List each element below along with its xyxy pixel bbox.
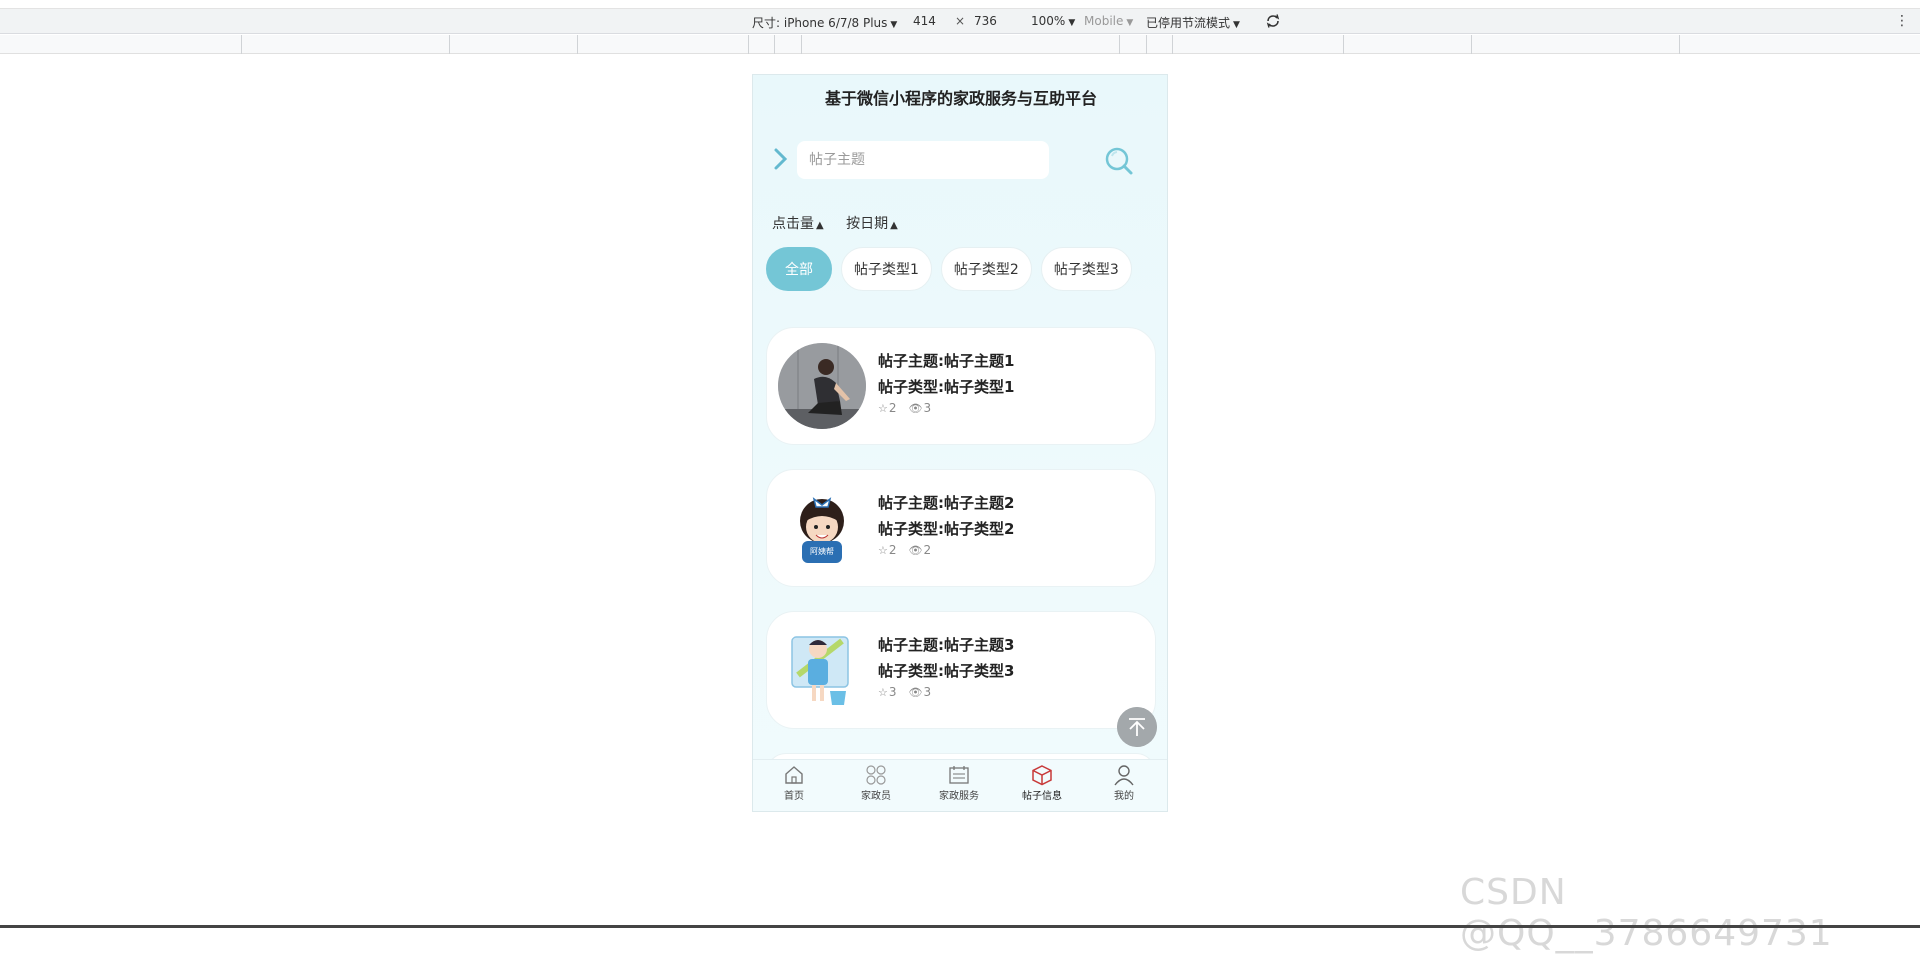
- cube-icon: [1032, 765, 1052, 786]
- tab-label: 帖子信息: [1022, 791, 1062, 802]
- category-chip-type1[interactable]: 帖子类型1: [841, 247, 932, 291]
- post-type: 帖子类型:帖子类型3: [878, 662, 1015, 680]
- ruler-tick: [241, 35, 242, 54]
- more-options-icon[interactable]: ⋮: [1895, 13, 1909, 29]
- tab-label: 首页: [784, 791, 804, 802]
- post-type: 帖子类型:帖子类型1: [878, 378, 1015, 396]
- mode-select[interactable]: Mobile ▼: [1084, 14, 1133, 28]
- post-type: 帖子类型:帖子类型2: [878, 520, 1015, 538]
- post-stats: ☆2 👁2: [878, 543, 1014, 557]
- tab-me[interactable]: 我的: [1089, 764, 1159, 802]
- back-to-top-icon[interactable]: [1117, 707, 1157, 747]
- caret-down-icon: ▼: [1126, 18, 1134, 28]
- category-filter: 全部 帖子类型1 帖子类型2 帖子类型3: [766, 247, 1141, 293]
- sort-label: 按日期: [846, 216, 889, 232]
- ruler-tick: [748, 35, 749, 54]
- eye-icon: 👁: [908, 686, 923, 699]
- post-list: 帖子主题:帖子主题1 帖子类型:帖子类型1 ☆2 👁3 阿姨帮 帖子主题:帖子主题…: [766, 327, 1156, 811]
- post-topic: 帖子主题:帖子主题1: [878, 352, 1015, 370]
- height-input[interactable]: 736: [974, 14, 997, 28]
- sort-arrow-icon: ▲: [890, 220, 898, 231]
- caret-down-icon: ▼: [1233, 20, 1240, 30]
- grid-icon: [866, 765, 886, 785]
- post-topic: 帖子主题:帖子主题2: [878, 494, 1015, 512]
- star-icon: ☆: [878, 686, 888, 699]
- post-thumbnail: [778, 343, 866, 429]
- view-count: 3: [923, 685, 932, 699]
- tab-label: 家政服务: [939, 791, 979, 802]
- sort-by-clicks[interactable]: 点击量 ▲: [772, 213, 824, 233]
- search-input[interactable]: [797, 141, 1049, 179]
- throttle-select[interactable]: 已停用节流模式 ▼: [1146, 14, 1240, 31]
- tab-posts[interactable]: 帖子信息: [1007, 764, 1077, 802]
- view-count: 2: [923, 543, 932, 557]
- post-card[interactable]: 帖子主题:帖子主题1 帖子类型:帖子类型1 ☆2 👁3: [766, 327, 1156, 445]
- rotate-icon[interactable]: [1264, 12, 1282, 30]
- ruler-tick: [1146, 35, 1147, 54]
- ruler-tick: [577, 35, 578, 54]
- tab-label: 我的: [1114, 791, 1134, 802]
- bottom-tab-bar: 首页 家政员 家政服务 帖子信息 我的: [753, 759, 1167, 811]
- ruler-tick: [801, 35, 802, 54]
- ruler-tick: [774, 35, 775, 54]
- view-count: 3: [923, 401, 932, 415]
- home-icon: [785, 766, 803, 784]
- devtools-device-toolbar: 尺寸: iPhone 6/7/8 Plus ▼ 414 × 736 100% ▼ M…: [0, 8, 1920, 34]
- post-thumbnail: [778, 627, 866, 713]
- calendar-icon: [949, 766, 969, 784]
- device-label: 尺寸: iPhone 6/7/8 Plus: [752, 16, 888, 30]
- post-info: 帖子主题:帖子主题2 帖子类型:帖子类型2 ☆2 👁2: [878, 490, 1014, 557]
- post-card[interactable]: 阿姨帮 帖子主题:帖子主题2 帖子类型:帖子类型2 ☆2 👁2: [766, 469, 1156, 587]
- media-query-ruler: [0, 35, 1920, 54]
- mode-label: Mobile: [1084, 14, 1124, 28]
- star-icon: ☆: [878, 402, 888, 415]
- width-input[interactable]: 414: [913, 14, 936, 28]
- search-icon[interactable]: [1103, 145, 1135, 177]
- user-icon: [1114, 765, 1134, 786]
- search-bar: [753, 141, 1167, 181]
- post-stats: ☆3 👁3: [878, 685, 1014, 699]
- sort-options: 点击量 ▲ 按日期 ▲: [772, 213, 916, 233]
- post-topic: 帖子主题:帖子主题3: [878, 636, 1015, 654]
- dimension-separator: ×: [955, 14, 966, 28]
- throttle-label: 已停用节流模式: [1146, 16, 1231, 30]
- caret-down-icon: ▼: [1068, 18, 1076, 28]
- zoom-select[interactable]: 100% ▼: [1031, 14, 1075, 28]
- post-stats: ☆2 👁3: [878, 401, 1014, 415]
- chevron-right-icon[interactable]: [771, 147, 791, 171]
- zoom-label: 100%: [1031, 14, 1066, 28]
- star-count: 3: [888, 685, 897, 699]
- post-card[interactable]: 帖子主题:帖子主题3 帖子类型:帖子类型3 ☆3 👁3: [766, 611, 1156, 729]
- ruler-tick: [1172, 35, 1173, 54]
- tab-home[interactable]: 首页: [759, 764, 829, 802]
- ruler-tick: [1679, 35, 1680, 54]
- device-select[interactable]: 尺寸: iPhone 6/7/8 Plus ▼: [752, 14, 897, 31]
- star-icon: ☆: [878, 544, 888, 557]
- ruler-tick: [1119, 35, 1120, 54]
- eye-icon: 👁: [908, 544, 923, 557]
- ruler-tick: [449, 35, 450, 54]
- post-info: 帖子主题:帖子主题3 帖子类型:帖子类型3 ☆3 👁3: [878, 632, 1014, 699]
- caret-down-icon: ▼: [890, 20, 898, 30]
- sort-label: 点击量: [772, 216, 814, 232]
- star-count: 2: [888, 401, 897, 415]
- tab-services[interactable]: 家政服务: [924, 764, 994, 802]
- category-chip-type2[interactable]: 帖子类型2: [940, 247, 1032, 291]
- post-thumbnail: 阿姨帮: [778, 485, 866, 571]
- phone-viewport: 基于微信小程序的家政服务与互助平台 点击量▲ 按日期▲ 全部帖子类型1帖子类型2…: [752, 74, 1168, 812]
- tab-housekeepers[interactable]: 家政员: [841, 764, 911, 802]
- eye-icon: 👁: [908, 402, 923, 415]
- sort-by-date[interactable]: 按日期 ▲: [846, 213, 898, 233]
- ruler-tick: [1343, 35, 1344, 54]
- ruler-tick: [1471, 35, 1472, 54]
- post-info: 帖子主题:帖子主题1 帖子类型:帖子类型1 ☆2 👁3: [878, 348, 1014, 415]
- tab-label: 家政员: [861, 791, 891, 802]
- sort-arrow-icon: ▲: [816, 220, 824, 231]
- page-title: 基于微信小程序的家政服务与互助平台: [824, 89, 1097, 108]
- star-count: 2: [888, 543, 897, 557]
- category-chip-all[interactable]: 全部: [766, 247, 832, 291]
- watermark: CSDN @QQ__3786649731: [1460, 872, 1833, 954]
- svg-text:阿姨帮: 阿姨帮: [810, 546, 834, 556]
- category-chip-type3[interactable]: 帖子类型3: [1040, 247, 1132, 291]
